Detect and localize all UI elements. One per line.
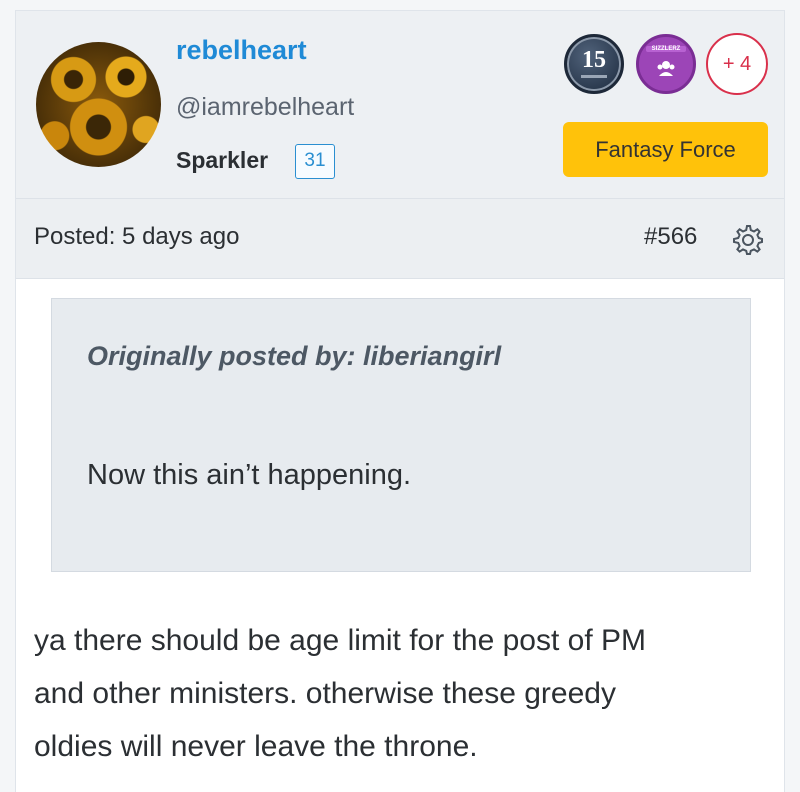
post-body-line: ya there should be age limit for the pos… (34, 624, 646, 657)
years-badge-number: 15 (582, 47, 606, 73)
post-card: rebelheart @iamrebelheart Sparkler 31 15… (15, 10, 785, 792)
years-badge-icon[interactable]: 15 (564, 34, 624, 94)
sizzle-badge-icon[interactable]: SIZZLERZ (636, 34, 696, 94)
post-number[interactable]: #566 (644, 223, 697, 251)
gear-icon[interactable] (732, 224, 764, 256)
quote-text: Now this ain’t happening. (87, 459, 412, 491)
post-body-line: oldies will never leave the throne. (34, 730, 478, 763)
people-icon (657, 61, 675, 76)
quote-attribution: Originally posted by: liberiangirl (87, 341, 502, 371)
years-badge-ribbon (581, 75, 607, 78)
sizzle-badge-label: SIZZLERZ (646, 46, 686, 52)
username-link[interactable]: rebelheart (176, 35, 307, 66)
post-meta-bar: Posted: 5 days ago #566 (16, 199, 784, 279)
user-rank: Sparkler (176, 147, 269, 173)
flair-badge[interactable]: Fantasy Force (563, 122, 768, 177)
posted-time: Posted: 5 days ago (34, 223, 240, 250)
post-body: ya there should be age limit for the pos… (34, 614, 754, 773)
avatar[interactable] (36, 42, 161, 167)
more-badges-button[interactable]: + 4 (706, 33, 768, 95)
post-body-line: and other ministers. otherwise these gre… (34, 677, 616, 710)
quote-block: Originally posted by: liberiangirl Now t… (51, 298, 751, 572)
post-header: rebelheart @iamrebelheart Sparkler 31 15… (16, 11, 784, 199)
user-handle: @iamrebelheart (176, 93, 355, 121)
rank-count-badge: 31 (295, 144, 335, 179)
